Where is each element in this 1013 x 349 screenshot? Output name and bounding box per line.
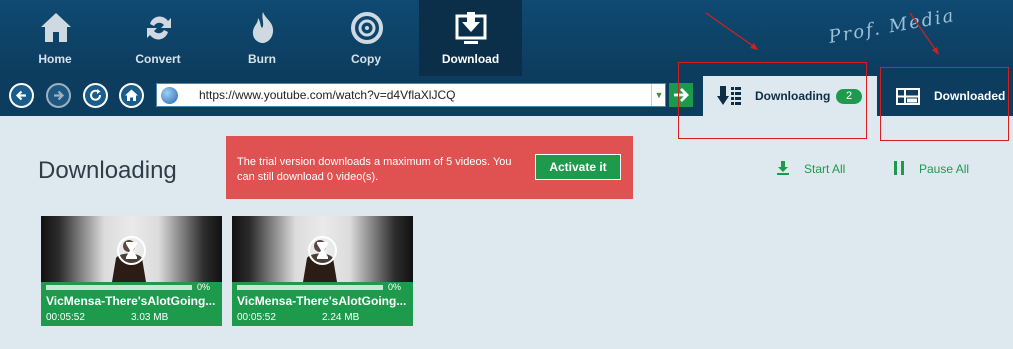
- video-info: 0% VicMensa-There'sAlotGoing... 00:05:52…: [41, 282, 222, 326]
- progress-bar: [46, 285, 192, 290]
- convert-icon: [147, 16, 171, 40]
- progress-percent: 0%: [388, 282, 402, 292]
- activate-button[interactable]: Activate it: [535, 154, 621, 180]
- video-thumbnail: [41, 216, 222, 282]
- toolbar-copy-label: Copy: [351, 52, 381, 66]
- video-duration: 00:05:52: [237, 312, 276, 323]
- globe-icon: [161, 87, 178, 104]
- video-card[interactable]: 0% VicMensa-There'sAlotGoing... 00:05:52…: [41, 216, 222, 326]
- burn-icon: [252, 12, 274, 43]
- video-title: VicMensa-There'sAlotGoing...: [237, 294, 407, 308]
- trial-message: The trial version downloads a maximum of…: [237, 156, 512, 183]
- toolbar-convert-label: Convert: [135, 52, 181, 66]
- toolbar-convert-button[interactable]: Convert: [108, 0, 208, 76]
- arrow-right-icon: [54, 90, 65, 101]
- toolbar-copy-button[interactable]: Copy: [316, 0, 416, 76]
- toolbar-download-button[interactable]: Download: [419, 0, 522, 76]
- toolbar-burn-label: Burn: [248, 52, 276, 66]
- progress-bar: [237, 285, 383, 290]
- page-title: Downloading: [38, 157, 177, 184]
- copy-icon: [351, 12, 383, 44]
- toolbar-download-label: Download: [441, 52, 500, 66]
- hourglass-icon: [117, 236, 146, 265]
- annotation-box-downloaded: [880, 67, 1009, 141]
- pause-icon: [894, 161, 904, 175]
- video-thumbnail: [232, 216, 413, 282]
- trial-banner: The trial version downloads a maximum of…: [226, 136, 633, 199]
- forward-button[interactable]: [46, 83, 71, 108]
- video-size: 3.03 MB: [131, 312, 169, 323]
- video-size: 2.24 MB: [322, 312, 360, 323]
- back-button[interactable]: [9, 83, 34, 108]
- video-info: 0% VicMensa-There'sAlotGoing... 00:05:52…: [232, 282, 413, 326]
- video-title: VicMensa-There'sAlotGoing...: [46, 294, 216, 308]
- progress-percent: 0%: [197, 282, 211, 292]
- hourglass-icon: [308, 236, 337, 265]
- annotation-box-downloading: [678, 62, 867, 139]
- annotation-arrows: [705, 12, 939, 55]
- url-input[interactable]: https://www.youtube.com/watch?v=d4VflaXl…: [156, 83, 666, 107]
- video-card[interactable]: 0% VicMensa-There'sAlotGoing... 00:05:52…: [232, 216, 413, 326]
- video-duration: 00:05:52: [46, 312, 85, 323]
- toolbar-burn-button[interactable]: Burn: [212, 0, 312, 76]
- toolbar-home-button[interactable]: Home: [5, 0, 105, 76]
- pause-all-label: Pause All: [919, 162, 970, 176]
- home-icon: [41, 13, 71, 42]
- home-small-icon: [125, 89, 138, 101]
- url-text: https://www.youtube.com/watch?v=d4VflaXl…: [199, 88, 456, 102]
- start-all-label: Start All: [804, 162, 846, 176]
- arrow-left-icon: [15, 90, 26, 101]
- refresh-button[interactable]: [83, 83, 108, 108]
- download-icon: [455, 12, 487, 44]
- refresh-icon: [90, 89, 101, 101]
- toolbar-home-label: Home: [38, 52, 72, 66]
- url-dropdown-arrow-icon[interactable]: ▼: [651, 84, 666, 106]
- home-nav-button[interactable]: [119, 83, 144, 108]
- download-arrow-icon: [777, 161, 789, 175]
